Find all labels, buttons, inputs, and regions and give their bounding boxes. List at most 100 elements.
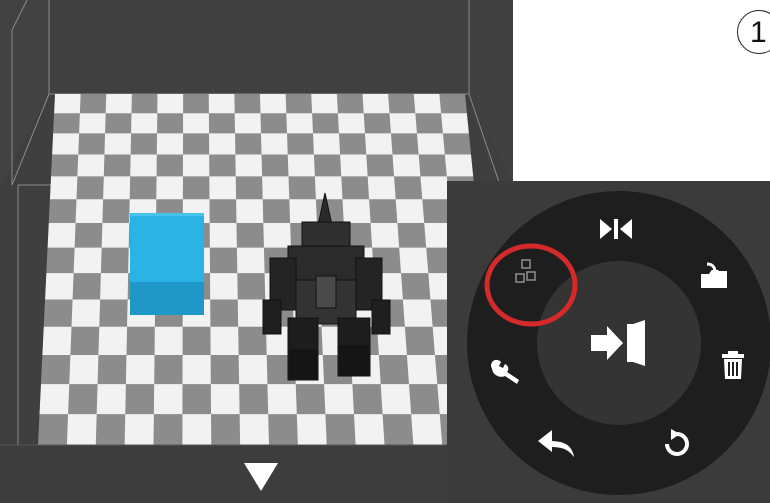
floor-tile: [182, 414, 212, 445]
floor-tile: [312, 133, 341, 155]
floor-tile: [406, 355, 438, 385]
mirror-button[interactable]: [593, 206, 639, 252]
floor-tile: [411, 414, 443, 445]
floor-tile: [209, 133, 236, 155]
left-wall: [0, 0, 49, 185]
floor-tile: [239, 414, 269, 445]
floor-tile: [340, 154, 368, 177]
floor-tile: [210, 384, 240, 415]
undo-button[interactable]: [533, 421, 579, 467]
floor-tile: [104, 133, 132, 155]
floor-tile: [209, 176, 237, 200]
floor-tile: [353, 414, 385, 445]
floor-tile: [69, 355, 99, 385]
floor-tile: [130, 154, 157, 177]
floor-tile: [73, 247, 102, 274]
floor-tile: [47, 222, 76, 248]
floor-tile: [66, 414, 97, 445]
floor-tile: [236, 199, 264, 223]
floor-tile: [210, 326, 239, 356]
floor-tile: [324, 384, 354, 415]
floor-tile: [389, 113, 417, 134]
floor-tile: [54, 94, 81, 114]
floor-tile: [260, 94, 287, 114]
blue-cube[interactable]: [130, 213, 204, 315]
floor-tile: [413, 94, 442, 114]
floor-tile: [153, 384, 183, 415]
floor-tile: [392, 154, 421, 177]
floor-tile: [238, 355, 268, 385]
floor-tile: [208, 94, 235, 114]
floor-tile: [71, 299, 101, 327]
floor-tile: [105, 94, 132, 114]
floor-tile: [100, 273, 129, 300]
delete-button[interactable]: [710, 342, 756, 388]
mirror-icon: [600, 219, 632, 239]
floor-tile: [157, 94, 184, 114]
floor-tile: [49, 176, 78, 200]
floor-tile: [399, 247, 429, 274]
floor-tile: [98, 326, 128, 356]
floor-tile: [39, 384, 70, 415]
floor-tile: [402, 299, 433, 327]
floor-tile: [416, 133, 445, 155]
floor-tile: [364, 133, 393, 155]
import-folder-icon: [701, 262, 727, 288]
floor-tile: [441, 113, 469, 134]
floor-tile: [210, 273, 238, 300]
floor-front: [0, 445, 447, 503]
undo-arrow-icon: [538, 430, 574, 457]
floor-tile: [75, 199, 104, 223]
floor-tile: [234, 113, 262, 134]
rotate-icon: [665, 429, 689, 456]
floor-tile: [289, 199, 317, 223]
floor-tile: [182, 355, 211, 385]
rotate-button[interactable]: [654, 421, 700, 467]
floor-tile: [235, 154, 263, 177]
wrench-icon: [491, 359, 519, 384]
floor-tile: [77, 154, 105, 177]
floor-tile: [131, 113, 158, 134]
trash-icon: [722, 351, 744, 379]
floor-tile: [183, 113, 210, 134]
floor-tile: [296, 414, 327, 445]
collapse-arrow-icon[interactable]: [244, 463, 278, 493]
floor-tile: [182, 154, 210, 177]
floor-tile: [45, 273, 74, 300]
floor-tile: [337, 113, 365, 134]
exit-button[interactable]: [537, 261, 701, 425]
settings-button[interactable]: [482, 348, 528, 394]
floor-tile: [154, 326, 183, 356]
floor-tile: [42, 326, 72, 356]
floor-tile: [267, 384, 297, 415]
floor-tile: [263, 222, 291, 248]
floor-tile: [101, 222, 130, 248]
floor-tile: [209, 222, 237, 248]
floor-tile: [342, 199, 371, 223]
callout-area: [513, 0, 770, 181]
floor-tile: [367, 176, 396, 200]
floor-tile: [420, 176, 449, 200]
floor-tile: [444, 154, 474, 177]
back-wall: [49, 0, 469, 94]
floor-tile: [103, 176, 131, 200]
floor-tile: [380, 384, 412, 415]
floor-tile: [156, 176, 183, 200]
floor-tile: [96, 384, 126, 415]
floor-tile: [286, 113, 313, 134]
floor-tile: [287, 154, 315, 177]
floor-tile: [79, 113, 106, 134]
floor-tile: [237, 299, 266, 327]
floor-tile: [370, 222, 400, 248]
floor-tile: [262, 176, 290, 200]
floor-tile: [261, 133, 288, 155]
floor-tile: [125, 355, 155, 385]
floor-tile: [52, 133, 80, 155]
floor-tile: [395, 199, 425, 223]
floor-tile: [314, 176, 343, 200]
floor-tile: [156, 133, 184, 155]
import-button[interactable]: [691, 252, 737, 298]
floor-tile: [362, 94, 390, 114]
floor-tile: [124, 414, 154, 445]
floor-tile: [236, 247, 265, 274]
